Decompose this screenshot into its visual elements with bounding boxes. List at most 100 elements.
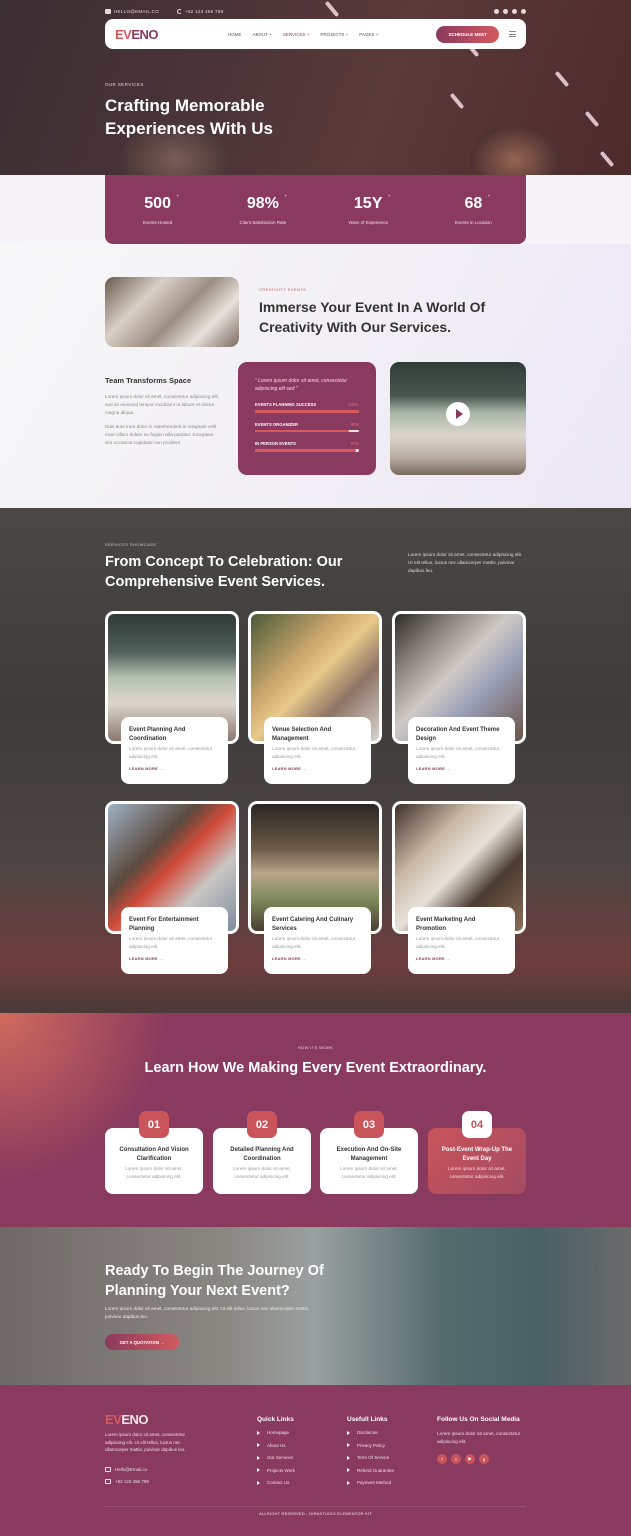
skill-bar: EVENTS PLANNING SUCCESS 100% bbox=[255, 402, 359, 413]
twitter-icon[interactable] bbox=[503, 8, 508, 14]
services-description: Lorem ipsum dolor sit amet, consectetur … bbox=[408, 552, 523, 573]
about-paragraph: Duis aute irure dolor in reprehenderit i… bbox=[105, 424, 217, 445]
youtube-icon[interactable]: ▶ bbox=[465, 1454, 475, 1464]
skills-quote: " Lorem ipsum dolor sit amet, consectetu… bbox=[255, 378, 348, 392]
stats-bar: 500 + Events Hosted 98% + Client Satisfact… bbox=[105, 175, 526, 244]
pinterest-icon[interactable] bbox=[521, 8, 526, 14]
service-card[interactable]: Event For Entertainment Planning Lorem i… bbox=[105, 801, 239, 974]
ceiling-light-decoration bbox=[449, 92, 465, 110]
nav-item-pages[interactable]: PAGES + bbox=[359, 32, 378, 37]
cta-title: Ready To Begin The Journey Of Planning Y… bbox=[105, 1263, 324, 1299]
play-button[interactable] bbox=[446, 402, 470, 426]
how-it-works-section: HOW ITS WORK Learn How We Making Every E… bbox=[0, 1013, 631, 1227]
service-text: Lorem ipsum dolor sit amet, consectetur … bbox=[129, 746, 213, 759]
step-number-badge: 03 bbox=[354, 1111, 384, 1138]
play-icon bbox=[455, 409, 463, 419]
service-card[interactable]: Event Marketing And Promotion Lorem ipsu… bbox=[392, 801, 526, 974]
skills-card: " Lorem ipsum dolor sit amet, consectetu… bbox=[238, 362, 376, 475]
step-text: Lorem ipsum dolor sit amet, consectetur … bbox=[448, 1166, 506, 1179]
service-title: Venue Selection And Management bbox=[272, 727, 332, 742]
hero-eyebrow: OUR SERVICES bbox=[105, 82, 144, 87]
copyright: ALLRIGHT RESERVED - DIRASTUDIO ELEMENTOR… bbox=[259, 1511, 372, 1516]
ceiling-light-decoration bbox=[554, 70, 570, 88]
footer-link[interactable]: Contact Us bbox=[257, 1480, 295, 1485]
service-card[interactable]: Event Planning And Coordination Lorem ip… bbox=[105, 611, 239, 784]
follow-us: Follow Us On Social Media Lorem ipsum do… bbox=[437, 1416, 527, 1464]
footer-link[interactable]: Refund Guarantee bbox=[347, 1468, 394, 1473]
nav-item-services[interactable]: SERVICES + bbox=[283, 32, 310, 37]
youtube-icon[interactable] bbox=[512, 8, 517, 14]
footer-link[interactable]: Homepage bbox=[257, 1430, 295, 1435]
stat-item: 15Y + Years of Experience bbox=[348, 192, 391, 225]
process-step: 02 Detailed Planning And Coordination Lo… bbox=[213, 1111, 311, 1194]
service-title: Event For Entertainment Planning bbox=[129, 917, 199, 932]
about-title: Immerse Your Event In A World Of Creativ… bbox=[259, 299, 486, 335]
hero-title: Crafting Memorable Experiences With Us bbox=[105, 96, 274, 138]
cta-text: Lorem ipsum dolor sit amet, consectetur … bbox=[105, 1306, 310, 1319]
facebook-icon[interactable]: f bbox=[437, 1454, 447, 1464]
service-title: Event Catering And Culinary Services bbox=[272, 917, 354, 932]
skill-fill bbox=[255, 410, 359, 413]
learn-more-link[interactable]: LEARN MORE → bbox=[272, 956, 363, 961]
step-text: Lorem ipsum dolor sit amet, consectetur … bbox=[233, 1166, 291, 1179]
site-footer: EV ENO Lorem ipsum dolor sit amet, consec… bbox=[0, 1385, 631, 1536]
learn-more-link[interactable]: LEARN MORE → bbox=[416, 766, 507, 771]
footer-email[interactable]: Hello@Email.co bbox=[105, 1467, 147, 1472]
footer-phone[interactable]: +62 123 456 789 bbox=[105, 1479, 149, 1484]
get-quotation-button[interactable]: GET A QUOTATION → bbox=[105, 1334, 179, 1350]
hero-photo-person bbox=[470, 125, 560, 175]
about-paragraph: Lorem ipsum dolor sit amet, consectetur … bbox=[105, 394, 220, 415]
process-step: 03 Execution And On-Site Management Lore… bbox=[320, 1111, 418, 1194]
nav-item-about[interactable]: ABOUT + bbox=[253, 32, 272, 37]
step-number-badge: 02 bbox=[247, 1111, 277, 1138]
stat-item: 68 + Events in Location bbox=[454, 192, 492, 225]
learn-more-link[interactable]: LEARN MORE → bbox=[416, 956, 507, 961]
video-thumbnail[interactable] bbox=[390, 362, 526, 475]
hamburger-menu-icon[interactable] bbox=[509, 31, 516, 37]
service-text: Lorem ipsum dolor sit amet, consectetur … bbox=[416, 746, 500, 759]
stat-item: 500 + Events Hosted bbox=[142, 192, 179, 225]
service-card[interactable]: Decoration And Event Theme Design Lorem … bbox=[392, 611, 526, 784]
footer-link[interactable]: Term Of Service bbox=[347, 1455, 394, 1460]
learn-more-link[interactable]: LEARN MORE → bbox=[129, 956, 220, 961]
service-text: Lorem ipsum dolor sit amet, consectetur … bbox=[272, 746, 356, 759]
about-photo bbox=[105, 277, 239, 347]
process-step-active: 04 Post-Event Wrap-Up The Event Day Lore… bbox=[428, 1111, 526, 1194]
ceiling-light-decoration bbox=[584, 110, 600, 128]
step-title: Execution And On-Site Management bbox=[336, 1147, 402, 1162]
footer-link[interactable]: About Us bbox=[257, 1443, 295, 1448]
footer-link[interactable]: Our Services bbox=[257, 1455, 295, 1460]
facebook-icon[interactable] bbox=[494, 8, 499, 14]
skill-bar: IN PERSON EVENTS 97% bbox=[255, 441, 359, 452]
footer-logo[interactable]: EV ENO bbox=[105, 1412, 149, 1427]
footer-link[interactable]: Disclaimer bbox=[347, 1430, 394, 1435]
how-title: Learn How We Making Every Event Extraord… bbox=[144, 1060, 487, 1076]
pinterest-icon[interactable]: p bbox=[479, 1454, 489, 1464]
topbar-phone[interactable]: +62 123 456 789 bbox=[177, 8, 223, 14]
nav-item-projects[interactable]: PROJECTS + bbox=[320, 32, 348, 37]
phone-icon bbox=[177, 8, 183, 14]
footer-link[interactable]: Payment Method bbox=[347, 1480, 394, 1485]
nav-item-home[interactable]: HOME bbox=[228, 32, 242, 37]
step-title: Consultation And Vision Clarification bbox=[119, 1147, 189, 1162]
nav-menu: HOME ABOUT + SERVICES + PROJECTS + PAGES… bbox=[228, 32, 378, 37]
cta-section: Ready To Begin The Journey Of Planning Y… bbox=[0, 1227, 631, 1385]
service-title: Decoration And Event Theme Design bbox=[416, 727, 500, 742]
service-card[interactable]: Event Catering And Culinary Services Lor… bbox=[248, 801, 382, 974]
step-number-badge: 04 bbox=[462, 1111, 492, 1138]
topbar-email[interactable]: HELLO@EMAIL.CO bbox=[105, 8, 159, 14]
learn-more-link[interactable]: LEARN MORE → bbox=[129, 766, 220, 771]
service-card[interactable]: Venue Selection And Management Lorem ips… bbox=[248, 611, 382, 784]
topbar-social bbox=[494, 8, 526, 14]
service-text: Lorem ipsum dolor sit amet, consectetur … bbox=[129, 936, 213, 949]
schedule-meet-button[interactable]: SCHEDULE MEET bbox=[436, 25, 499, 43]
site-logo[interactable]: EV ENO bbox=[115, 27, 159, 42]
envelope-icon bbox=[105, 1467, 111, 1472]
footer-link[interactable]: Privacy Policy bbox=[347, 1443, 394, 1448]
service-text: Lorem ipsum dolor sit amet, consectetur … bbox=[416, 936, 500, 949]
services-eyebrow: SERVICES SHOWCASE bbox=[105, 542, 157, 547]
phone-icon bbox=[105, 1479, 111, 1484]
footer-link[interactable]: Projects Work bbox=[257, 1468, 295, 1473]
twitter-icon[interactable]: t bbox=[451, 1454, 461, 1464]
learn-more-link[interactable]: LEARN MORE → bbox=[272, 766, 363, 771]
